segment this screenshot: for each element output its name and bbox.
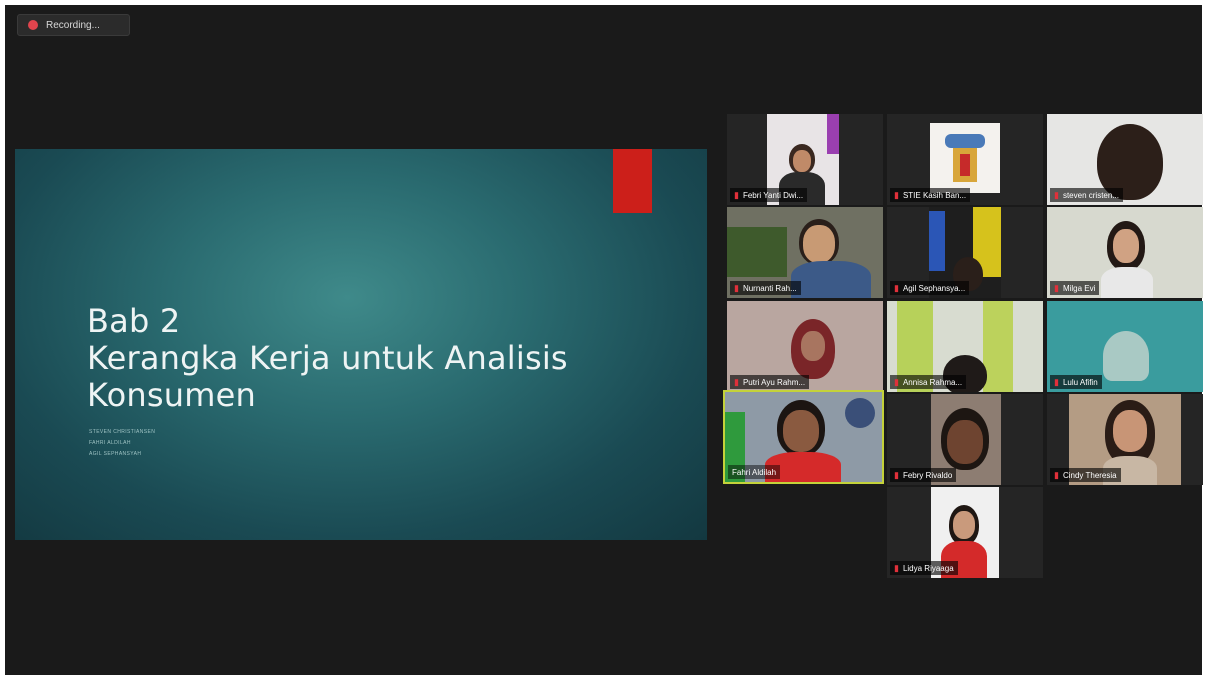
participant-name: Febry Rivaldo [902, 470, 953, 480]
video-feed [1103, 331, 1149, 381]
participant-name: Agil Sephansya... [902, 283, 966, 293]
participant-name-tag: ▮ STIE Kasih Ban... [890, 188, 971, 202]
participant-name: Fahri Aldilah [732, 467, 777, 477]
participant-tile[interactable]: ▮ Putri Ayu Rahm... [727, 301, 883, 392]
participant-tile[interactable]: ▮ Lulu Afifin [1047, 301, 1203, 392]
muted-mic-icon: ▮ [894, 282, 899, 293]
recording-dot-icon [28, 20, 38, 30]
muted-mic-icon: ▮ [734, 282, 739, 293]
slide-author: STEVEN CHRISTIANSEN [89, 429, 156, 435]
slide-author: AGIL SEPHANSYAH [89, 451, 142, 457]
logo-image [960, 154, 970, 176]
meeting-window: Recording... Bab 2 Kerangka Kerja untuk … [5, 5, 1203, 675]
participant-name-tag: ▮ Annisa Rahma... [890, 375, 967, 389]
muted-mic-icon: ▮ [1054, 189, 1059, 200]
participant-tile-active-speaker[interactable]: Fahri Aldilah [723, 390, 884, 484]
participant-tile[interactable]: ▮ Febry Rivaldo [887, 394, 1043, 485]
muted-mic-icon: ▮ [734, 376, 739, 387]
participant-tile[interactable]: ▮ steven cristen... [1047, 114, 1203, 205]
slide-title: Bab 2 Kerangka Kerja untuk Analisis Kons… [87, 303, 647, 414]
video-feed [983, 301, 1013, 392]
participant-name-tag: ▮ Nurnanti Rah... [730, 281, 801, 295]
participant-name: Nurnanti Rah... [742, 283, 797, 293]
recording-indicator[interactable]: Recording... [17, 14, 130, 36]
participant-name: Cindy Theresia [1062, 470, 1117, 480]
participant-name-tag: ▮ Febry Rivaldo [890, 468, 957, 482]
participant-name: Annisa Rahma... [902, 377, 963, 387]
participant-name: Putri Ayu Rahm... [742, 377, 806, 387]
muted-mic-icon: ▮ [894, 189, 899, 200]
slide-accent-bar [613, 149, 652, 213]
participant-name-tag: ▮ Cindy Theresia [1050, 468, 1121, 482]
participant-name-tag: ▮ Febri Yanti Dwi... [730, 188, 808, 202]
slide-title-line: Bab 2 [87, 302, 181, 340]
participant-name: Milga Evi [1062, 283, 1096, 293]
slide-title-line: Konsumen [87, 376, 256, 414]
participant-tile[interactable]: ▮ Lidya Riyaaga [887, 487, 1043, 578]
muted-mic-icon: ▮ [894, 562, 899, 573]
participant-name: steven cristen... [1062, 190, 1119, 200]
participant-name-tag: ▮ Milga Evi [1050, 281, 1100, 295]
participant-name: Febri Yanti Dwi... [742, 190, 804, 200]
video-feed [827, 114, 839, 154]
slide-title-line: Kerangka Kerja untuk Analisis [87, 339, 568, 377]
participant-name-tag: ▮ Putri Ayu Rahm... [730, 375, 810, 389]
muted-mic-icon: ▮ [1054, 469, 1059, 480]
muted-mic-icon: ▮ [734, 189, 739, 200]
participant-tile[interactable]: ▮ Febri Yanti Dwi... [727, 114, 883, 205]
muted-mic-icon: ▮ [894, 376, 899, 387]
participant-name-tag: Fahri Aldilah [728, 465, 781, 479]
participant-tile[interactable]: ▮ STIE Kasih Ban... [887, 114, 1043, 205]
muted-mic-icon: ▮ [1054, 282, 1059, 293]
muted-mic-icon: ▮ [1054, 376, 1059, 387]
video-feed [929, 211, 945, 271]
recording-label: Recording... [46, 19, 100, 31]
participant-name-tag: ▮ steven cristen... [1050, 188, 1123, 202]
slide-author: FAHRI ALDILAH [89, 440, 131, 446]
shared-screen-slide: Bab 2 Kerangka Kerja untuk Analisis Kons… [15, 149, 707, 540]
participant-tile[interactable]: ▮ Agil Sephansya... [887, 207, 1043, 298]
participant-tile[interactable]: ▮ Annisa Rahma... [887, 301, 1043, 392]
participant-name: Lulu Afifin [1062, 377, 1098, 387]
slide-authors: STEVEN CHRISTIANSEN FAHRI ALDILAH AGIL S… [89, 427, 155, 460]
participant-tile[interactable]: ▮ Milga Evi [1047, 207, 1203, 298]
video-feed [727, 227, 787, 277]
participant-tile[interactable]: ▮ Cindy Theresia [1047, 394, 1203, 485]
video-feed [845, 398, 875, 428]
participant-name-tag: ▮ Lidya Riyaaga [890, 561, 958, 575]
muted-mic-icon: ▮ [894, 469, 899, 480]
logo-image [945, 134, 985, 148]
participant-name-tag: ▮ Lulu Afifin [1050, 375, 1102, 389]
participant-tile[interactable]: ▮ Nurnanti Rah... [727, 207, 883, 298]
participant-name: STIE Kasih Ban... [902, 190, 967, 200]
participant-name-tag: ▮ Agil Sephansya... [890, 281, 970, 295]
participant-name: Lidya Riyaaga [902, 563, 954, 573]
